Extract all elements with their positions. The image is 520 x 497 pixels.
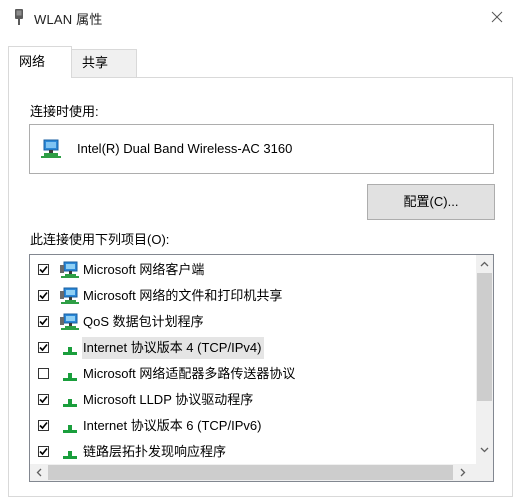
list-item[interactable]: Microsoft 网络适配器多路传送器协议 [30, 361, 475, 387]
protocol-icon [60, 391, 80, 409]
tab-sharing[interactable]: 共享 [72, 49, 137, 77]
network-adapter-icon [41, 139, 61, 158]
network-client-icon [60, 261, 80, 279]
network-client-icon [60, 313, 80, 331]
list-item[interactable]: Microsoft 网络的文件和打印机共享 [30, 283, 475, 309]
item-checkbox[interactable] [38, 368, 49, 379]
list-item[interactable]: Microsoft 网络客户端 [30, 257, 475, 283]
item-checkbox[interactable] [38, 264, 49, 275]
list-item-label: Microsoft 网络客户端 [83, 262, 205, 277]
list-item[interactable]: QoS 数据包计划程序 [30, 309, 475, 335]
list-item[interactable]: Internet 协议版本 6 (TCP/IPv6) [30, 413, 475, 439]
protocol-icon [60, 365, 80, 383]
protocol-icon [60, 443, 80, 461]
list-item-label: Internet 协议版本 6 (TCP/IPv6) [83, 418, 262, 433]
list-item-label: Microsoft 网络的文件和打印机共享 [83, 288, 283, 303]
list-item-label: Internet 协议版本 4 (TCP/IPv4) [82, 337, 265, 359]
vertical-scrollbar[interactable] [476, 255, 493, 464]
list-item-label: Microsoft LLDP 协议驱动程序 [83, 392, 254, 407]
scroll-left-arrow-icon[interactable] [30, 464, 47, 481]
item-checkbox[interactable] [38, 342, 49, 353]
list-item[interactable]: 链路层拓扑发现响应程序 [30, 439, 475, 465]
horizontal-scroll-thumb[interactable] [48, 465, 453, 480]
items-list[interactable]: Microsoft 网络客户端 Microsoft 网络的文件和打印机共享 QoS … [29, 254, 494, 482]
item-checkbox[interactable] [38, 290, 49, 301]
wifi-adapter-icon [15, 9, 23, 25]
horizontal-scrollbar[interactable] [30, 464, 493, 481]
close-icon [491, 11, 503, 23]
items-label: 此连接使用下列项目(O): [30, 232, 170, 247]
configure-button[interactable]: 配置(C)... [367, 184, 495, 220]
vertical-scroll-thumb[interactable] [477, 273, 492, 401]
tab-network[interactable]: 网络 [8, 46, 72, 78]
scroll-up-arrow-icon[interactable] [476, 255, 493, 272]
adapter-field: Intel(R) Dual Band Wireless-AC 3160 [29, 124, 494, 174]
scroll-corner [476, 464, 493, 481]
adapter-name: Intel(R) Dual Band Wireless-AC 3160 [77, 141, 293, 156]
list-item[interactable]: Internet 协议版本 4 (TCP/IPv4) [30, 335, 475, 361]
connect-using-label: 连接时使用: [30, 104, 99, 119]
item-checkbox[interactable] [38, 394, 49, 405]
protocol-icon [60, 339, 80, 357]
window-title: WLAN 属性 [34, 12, 103, 27]
list-item[interactable]: Microsoft LLDP 协议驱动程序 [30, 387, 475, 413]
list-item-label: Microsoft 网络适配器多路传送器协议 [83, 366, 296, 381]
item-checkbox[interactable] [38, 446, 49, 457]
title-bar: WLAN 属性 [0, 0, 520, 34]
list-item-label: QoS 数据包计划程序 [83, 314, 204, 329]
scroll-down-arrow-icon[interactable] [476, 441, 493, 458]
item-checkbox[interactable] [38, 316, 49, 327]
scroll-right-arrow-icon[interactable] [454, 464, 471, 481]
item-checkbox[interactable] [38, 420, 49, 431]
close-button[interactable] [474, 0, 520, 34]
network-client-icon [60, 287, 80, 305]
protocol-icon [60, 417, 80, 435]
list-item-label: 链路层拓扑发现响应程序 [83, 444, 227, 459]
